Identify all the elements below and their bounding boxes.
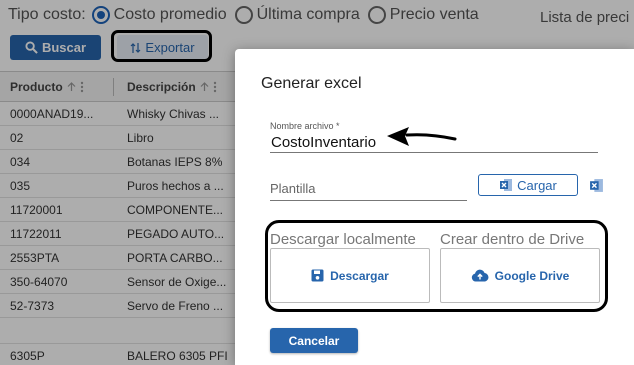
filename-label: Nombre archivo * (270, 121, 340, 131)
filename-underline (270, 152, 598, 153)
excel-icon (500, 179, 513, 191)
annotation-arrow (387, 127, 457, 146)
load-button-label: Cargar (517, 177, 557, 193)
download-button-label: Descargar (330, 268, 389, 283)
filename-input[interactable]: CostoInventario (271, 134, 376, 151)
load-template-button[interactable]: Cargar (478, 174, 578, 196)
cloud-upload-icon (471, 269, 489, 282)
google-drive-button-label: Google Drive (494, 268, 570, 283)
cancel-button[interactable]: Cancelar (270, 328, 358, 353)
download-button[interactable]: Descargar (270, 248, 430, 303)
download-local-label: Descargar localmente (270, 231, 416, 248)
generate-excel-dialog: Generar excel Nombre archivo * CostoInve… (235, 49, 634, 365)
drive-label: Crear dentro de Drive (440, 231, 585, 248)
google-drive-button[interactable]: Google Drive (440, 248, 600, 303)
save-icon (311, 269, 324, 282)
dialog-title: Generar excel (261, 75, 362, 92)
template-input[interactable]: Plantilla (270, 179, 467, 201)
excel-icon[interactable] (589, 178, 604, 193)
export-annotation-outline (111, 30, 212, 62)
